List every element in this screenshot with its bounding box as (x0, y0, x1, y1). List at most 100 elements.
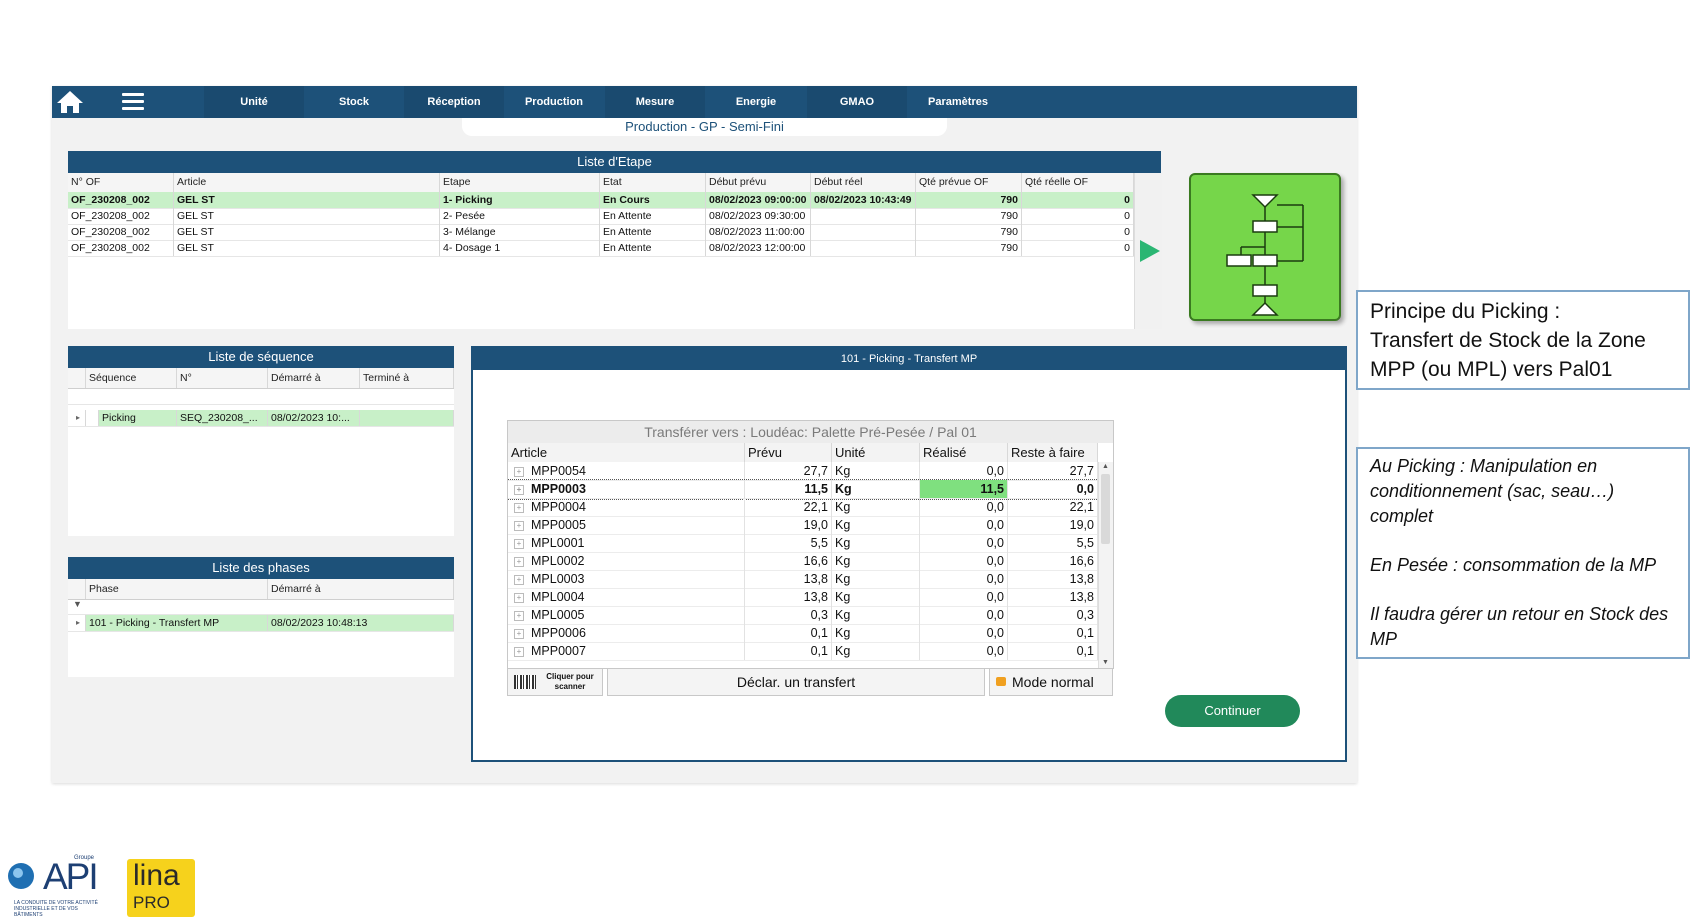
etape-cell-debut-prevu: 08/02/2023 09:00:00 (706, 192, 811, 208)
sequence-filter-row[interactable] (68, 388, 454, 405)
transfer-row[interactable]: + MPL0002 16,6 Kg 0,0 16,6 (508, 552, 1098, 571)
nav-mesure[interactable]: Mesure (605, 86, 705, 118)
mode-icon (996, 677, 1006, 686)
nav-gmao[interactable]: GMAO (807, 86, 907, 118)
col-debut-reel[interactable]: Début réel (811, 173, 916, 192)
nav-energie[interactable]: Energie (706, 86, 806, 118)
row-expand-icon[interactable]: + (514, 466, 524, 477)
transfer-panel: 101 - Picking - Transfert MP Transférer … (471, 346, 1347, 762)
col-realise[interactable]: Réalisé (920, 443, 1008, 462)
transfer-cell-article: + MPP0003 (508, 480, 745, 498)
col-debut-prevu[interactable]: Début prévu (706, 173, 811, 192)
article-code: MPL0004 (531, 590, 585, 604)
callout-picking-principle: Principe du Picking : Transfert de Stock… (1356, 290, 1690, 390)
col-of[interactable]: N° OF (68, 173, 174, 192)
nav-production[interactable]: Production (504, 86, 604, 118)
filter-icon[interactable]: ▼ (73, 599, 82, 609)
col-phase[interactable]: Phase (86, 579, 268, 599)
etape-row[interactable]: OF_230208_002 GEL ST 3- Mélange En Attente 0… (68, 224, 1134, 241)
col-etat[interactable]: Etat (600, 173, 706, 192)
declare-transfer-button[interactable]: Déclar. un transfert (607, 668, 985, 696)
nav-parametres[interactable]: Paramètres (908, 86, 1008, 118)
phase-row[interactable]: ▸ 101 - Picking - Transfert MP 08/02/202… (68, 615, 454, 632)
transfer-rows: + MPP0054 27,7 Kg 0,0 27,7 + MPP0003 11,5 Kg 11,5 0… (508, 462, 1098, 668)
transfer-cell-unite: Kg (832, 570, 920, 588)
transfer-row[interactable]: + MPP0054 27,7 Kg 0,0 27,7 (508, 462, 1098, 481)
app-window: Unité Stock Réception Production Mesure … (52, 86, 1357, 783)
row-expand-icon[interactable]: + (514, 556, 524, 567)
etape-cell-article: GEL ST (174, 240, 440, 256)
menu-icon[interactable] (122, 93, 144, 111)
mode-normal-button[interactable]: Mode normal (989, 668, 1113, 696)
col-qte-reelle[interactable]: Qté réelle OF (1022, 173, 1134, 192)
col-etape[interactable]: Etape (440, 173, 600, 192)
col-termine[interactable]: Terminé à (360, 368, 454, 388)
transfer-row[interactable]: + MPP0003 11,5 Kg 11,5 0,0 (508, 479, 1098, 500)
transfer-cell-unite: Kg (832, 552, 920, 570)
nav-stock[interactable]: Stock (304, 86, 404, 118)
nav-reception[interactable]: Réception (404, 86, 504, 118)
home-icon[interactable] (56, 90, 84, 114)
etape-cell-etat: En Attente (600, 224, 706, 240)
col-qte-prevue[interactable]: Qté prévue OF (916, 173, 1022, 192)
col-demarre[interactable]: Démarré à (268, 579, 454, 599)
row-expand-icon[interactable]: + (514, 502, 524, 513)
row-expand-icon[interactable]: + (514, 574, 524, 585)
col-spacer (68, 579, 86, 599)
navbar: Unité Stock Réception Production Mesure … (52, 86, 1357, 118)
sequence-started: 08/02/2023 10:... (268, 410, 360, 426)
transfer-destination: Transférer vers : Loudéac: Palette Pré-P… (508, 421, 1113, 443)
transfer-cell-prevu: 13,8 (745, 570, 832, 588)
transfer-row[interactable]: + MPL0004 13,8 Kg 0,0 13,8 (508, 588, 1098, 607)
etape-row[interactable]: OF_230208_002 GEL ST 4- Dosage 1 En Attente… (68, 240, 1134, 257)
workflow-diagram-icon[interactable] (1189, 173, 1341, 321)
col-article[interactable]: Article (508, 443, 745, 462)
transfer-row[interactable]: + MPL0001 5,5 Kg 0,0 5,5 (508, 534, 1098, 553)
transfer-row[interactable]: + MPL0005 0,3 Kg 0,0 0,3 (508, 606, 1098, 625)
row-expand-icon[interactable]: + (514, 592, 524, 603)
col-reste[interactable]: Reste à faire (1008, 443, 1098, 462)
transfer-row[interactable]: + MPP0007 0,1 Kg 0,0 0,1 (508, 642, 1098, 661)
etape-row[interactable]: OF_230208_002 GEL ST 2- Pesée En Attente 08/… (68, 208, 1134, 225)
col-article[interactable]: Article (174, 173, 440, 192)
col-unite[interactable]: Unité (832, 443, 920, 462)
sequence-row[interactable]: ▸ Picking SEQ_230208_... 08/02/2023 10:.… (68, 410, 454, 427)
transfer-cell-prevu: 16,6 (745, 552, 832, 570)
scroll-thumb[interactable] (1101, 474, 1110, 544)
nav-unite[interactable]: Unité (204, 86, 304, 118)
transfer-row[interactable]: + MPL0003 13,8 Kg 0,0 13,8 (508, 570, 1098, 589)
transfer-row[interactable]: + MPP0004 22,1 Kg 0,0 22,1 (508, 498, 1098, 517)
transfer-cell-realise: 0,0 (920, 498, 1008, 516)
transfer-cell-prevu: 5,5 (745, 534, 832, 552)
etape-row[interactable]: OF_230208_002 GEL ST 1- Picking En Cours 08/… (68, 192, 1134, 209)
transfer-row[interactable]: + MPP0005 19,0 Kg 0,0 19,0 (508, 516, 1098, 535)
row-expand-icon[interactable]: + (514, 484, 524, 495)
scroll-up-icon[interactable]: ▲ (1100, 462, 1111, 472)
row-expand-icon[interactable]: + (514, 610, 524, 621)
transfer-row[interactable]: + MPP0006 0,1 Kg 0,0 0,1 (508, 624, 1098, 643)
col-prevu[interactable]: Prévu (745, 443, 832, 462)
callout1-line1: Principe du Picking : (1370, 300, 1561, 323)
transfer-scrollbar[interactable]: ▲ ▼ (1098, 462, 1113, 668)
transfer-cell-unite: Kg (832, 498, 920, 516)
row-expand-icon[interactable]: + (514, 628, 524, 639)
transfer-cell-article: + MPP0005 (508, 516, 745, 534)
col-numero[interactable]: N° (177, 368, 268, 388)
scan-button[interactable]: Cliquer pour scanner (507, 668, 603, 696)
etape-cell-qte-prevue: 790 (916, 192, 1022, 208)
scroll-down-icon[interactable]: ▼ (1100, 658, 1111, 668)
etape-cell-debut-reel (811, 208, 916, 224)
etape-cell-etape: 4- Dosage 1 (440, 240, 600, 256)
row-expand-icon[interactable]: + (514, 538, 524, 549)
col-demarre[interactable]: Démarré à (268, 368, 360, 388)
col-sequence[interactable]: Séquence (86, 368, 177, 388)
continue-button[interactable]: Continuer (1165, 695, 1300, 727)
row-expand-icon[interactable]: ▸ (68, 410, 86, 426)
etape-header-row: N° OF Article Etape Etat Début prévu Déb… (68, 173, 1134, 193)
row-expand-icon[interactable]: ▸ (68, 615, 86, 631)
etape-title: Liste d'Etape (68, 151, 1161, 173)
play-icon[interactable] (1140, 240, 1160, 262)
row-expand-icon[interactable]: + (514, 646, 524, 657)
row-expand-icon[interactable]: + (514, 520, 524, 531)
phases-filter-row[interactable]: ▼ (68, 599, 454, 615)
